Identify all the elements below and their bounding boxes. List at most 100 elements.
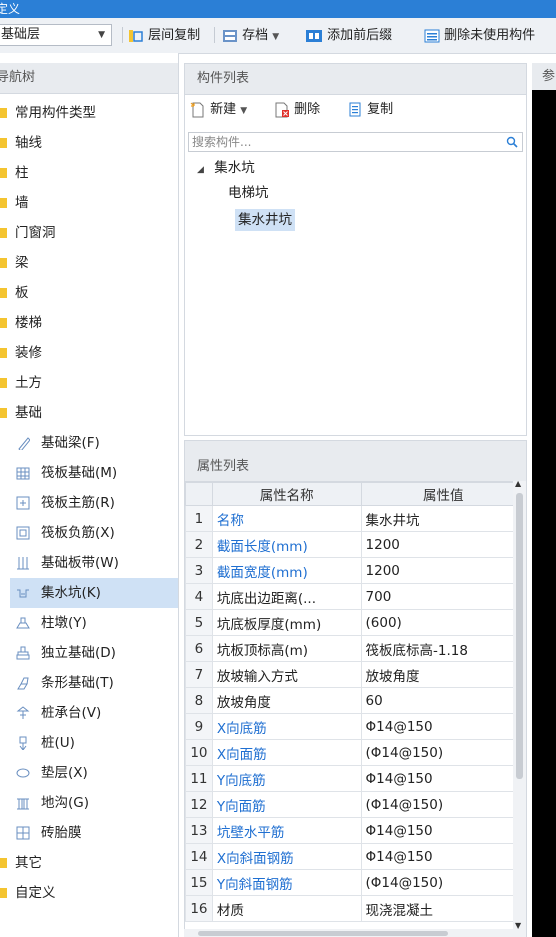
property-row[interactable]: 12 Y向面筋 (Φ14@150) [185,791,527,818]
nav-sub-item[interactable]: 柱墩(Y) [10,608,178,638]
property-row[interactable]: 1 名称 集水井坑 [185,505,527,532]
tree-node-elevator-pit[interactable]: 电梯坑 [228,182,269,204]
tree-node-sump-well-pit[interactable]: 集水井坑 [235,209,295,231]
nav-sub-item[interactable]: 桩(U) [10,728,178,758]
nav-sub-item[interactable]: 地沟(G) [10,788,178,818]
nav-item[interactable]: 梁 [0,248,29,278]
property-value[interactable]: Φ14@150 [360,713,527,740]
property-row[interactable]: 2 截面长度(mm) 1200 [185,531,527,558]
copy-between-layers-button[interactable]: 层间复制 [128,27,200,45]
layer-dropdown-value: 基础层 [1,27,41,42]
row-number: 6 [185,635,213,662]
nav-item[interactable]: 装修 [0,338,42,368]
property-value[interactable]: 现浇混凝土 [360,895,527,922]
delete-component-button[interactable]: 删除 [274,101,320,119]
property-value[interactable]: 放坡角度 [360,661,527,688]
add-prefix-suffix-button[interactable]: 添加前后缀 [305,27,392,45]
tree-node-parent[interactable]: ◢ 集水坑 [197,157,255,179]
nav-sub-item[interactable]: 独立基础(D) [10,638,178,668]
tree-expand-icon[interactable]: ◢ [197,165,204,175]
nav-item[interactable]: 板 [0,278,29,308]
property-row[interactable]: 5 坑底板厚度(mm) (600) [185,609,527,636]
nav-sub-item[interactable]: 集水坑(K) [10,578,178,608]
property-name-header[interactable]: 属性名称 [211,482,362,506]
nav-item[interactable]: 门窗洞 [0,218,56,248]
property-value[interactable]: Φ14@150 [360,817,527,844]
nav-item-label: 装修 [15,345,42,361]
nav-item-label: 轴线 [15,135,42,151]
nav-sub-item-label: 基础梁(F) [41,435,100,451]
property-value-header[interactable]: 属性值 [360,482,527,506]
property-row[interactable]: 11 Y向底筋 Φ14@150 [185,765,527,792]
nav-sub-item[interactable]: 基础板带(W) [10,548,178,578]
nav-item[interactable]: 楼梯 [0,308,42,338]
nav-sub-item[interactable]: 砖胎膜 [10,818,178,848]
navigation-panel: 导航树 常用构件类型轴线柱墙门窗洞梁板楼梯装修土方 基础基础梁(F) 筏板基础(M)… [0,53,179,937]
folder-icon [0,258,7,268]
property-value[interactable]: (Φ14@150) [360,739,527,766]
property-row[interactable]: 3 截面宽度(mm) 1200 [185,557,527,584]
copy-between-layers-label: 层间复制 [148,28,201,43]
row-number: 1 [185,505,213,532]
property-value[interactable]: 集水井坑 [360,505,527,532]
nav-sub-item[interactable]: 垫层(X) [10,758,178,788]
nav-item[interactable]: 自定义 [0,878,56,908]
property-value[interactable]: (Φ14@150) [360,869,527,896]
property-row[interactable]: 15 Y向斜面钢筋 (Φ14@150) [185,869,527,896]
property-list-header: 属性列表 [185,441,526,482]
nav-sub-item-label: 桩(U) [41,735,75,751]
row-number-header [185,482,213,506]
nav-item[interactable]: 基础 [0,398,42,428]
nav-item[interactable]: 轴线 [0,128,42,158]
property-row[interactable]: 13 坑壁水平筋 Φ14@150 [185,817,527,844]
horizontal-scrollbar-thumb[interactable] [198,931,448,936]
horizontal-scrollbar[interactable] [184,929,514,937]
property-row[interactable]: 14 X向斜面钢筋 Φ14@150 [185,843,527,870]
nav-item[interactable]: 常用构件类型 [0,98,96,128]
new-component-button[interactable]: 新建 ▼ [190,101,247,119]
property-value[interactable]: 700 [360,583,527,610]
property-row[interactable]: 4 坑底出边距离(... 700 [185,583,527,610]
property-row[interactable]: 9 X向底筋 Φ14@150 [185,713,527,740]
property-row[interactable]: 10 X向面筋 (Φ14@150) [185,739,527,766]
chevron-down-icon: ▼ [272,32,280,42]
property-row[interactable]: 7 放坡输入方式 放坡角度 [185,661,527,688]
add-prefix-suffix-label: 添加前后缀 [327,28,393,43]
nav-item[interactable]: 其它 [0,848,42,878]
nav-sub-item[interactable]: 筏板负筋(X) [10,518,178,548]
nav-sub-item[interactable]: 基础梁(F) [10,428,178,458]
toolbar-divider [122,27,123,43]
nav-sub-item[interactable]: 筏板主筋(R) [10,488,178,518]
copy-component-button[interactable]: 复制 [347,101,393,119]
scrollbar-thumb[interactable] [516,493,523,779]
nav-sub-item[interactable]: 桩承台(V) [10,698,178,728]
search-icon[interactable] [506,136,518,148]
nav-sub-item[interactable]: 条形基础(T) [10,668,178,698]
archive-button[interactable]: 存档 ▼ [222,27,279,45]
property-scrollbar[interactable]: ▲ ▼ [513,479,526,937]
property-name: Y向斜面钢筋 [211,869,362,896]
chevron-down-icon: ▼ [98,30,105,40]
scroll-down-icon[interactable]: ▼ [515,921,521,930]
property-value[interactable]: (Φ14@150) [360,791,527,818]
property-row[interactable]: 16 材质 现浇混凝土 [185,895,527,922]
property-value[interactable]: (600) [360,609,527,636]
property-value[interactable]: 筏板底标高-1.18 [360,635,527,662]
scroll-up-icon[interactable]: ▲ [515,479,521,488]
property-value[interactable]: Φ14@150 [360,765,527,792]
layer-dropdown[interactable]: 基础层 ▼ [0,24,112,46]
nav-item[interactable]: 墙 [0,188,29,218]
nav-sub-item[interactable]: 筏板基础(M) [10,458,178,488]
delete-unused-button[interactable]: 删除未使用构件 [424,27,535,45]
nav-header: 导航树 [0,63,178,94]
nav-item[interactable]: 柱 [0,158,29,188]
property-value[interactable]: 1200 [360,531,527,558]
property-row[interactable]: 8 放坡角度 60 [185,687,527,714]
nav-header-label: 导航树 [0,70,36,85]
property-value[interactable]: Φ14@150 [360,843,527,870]
search-input[interactable]: 搜索构件... [188,132,523,152]
nav-item[interactable]: 土方 [0,368,42,398]
property-value[interactable]: 60 [360,687,527,714]
property-row[interactable]: 6 坑板顶标高(m) 筏板底标高-1.18 [185,635,527,662]
property-value[interactable]: 1200 [360,557,527,584]
